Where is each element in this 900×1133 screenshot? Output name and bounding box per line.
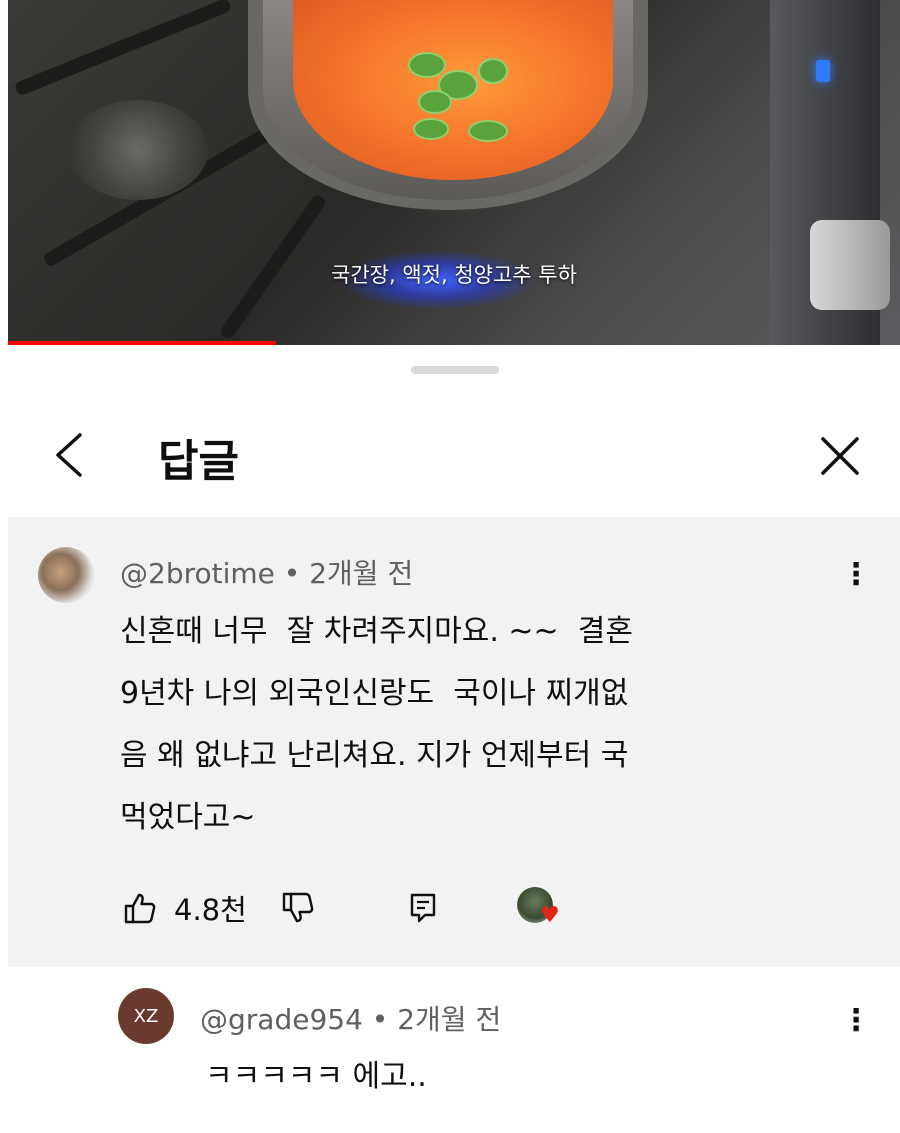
comment-line: 음 왜 없냐고 난리쳐요. 지가 언제부터 국: [120, 738, 629, 773]
pepper-slice: [478, 58, 508, 84]
comment-line: 9년차 나의 외국인신랑도 국이나 찌개없: [120, 676, 629, 711]
comment-meta: @2brotime • 2개월 전: [120, 552, 413, 592]
comment-line: 먹었다고~: [120, 800, 256, 835]
reply-icon[interactable]: [407, 891, 439, 929]
kebab-menu-icon[interactable]: ⋮: [841, 1003, 871, 1038]
meta-separator: •: [371, 1003, 398, 1036]
comment-author[interactable]: @2brotime: [120, 557, 275, 590]
pepper-slice: [408, 52, 446, 78]
sheet-title: 답글: [158, 436, 239, 487]
stove-grate: [13, 0, 233, 97]
pepper-slice: [468, 120, 508, 142]
drag-handle[interactable]: [411, 366, 499, 374]
video-progress-bar[interactable]: [8, 341, 276, 345]
burner: [68, 100, 208, 200]
kebab-menu-icon[interactable]: ⋮: [841, 557, 871, 592]
avatar[interactable]: [38, 547, 94, 603]
pepper-slice: [413, 118, 449, 140]
comment-time: 2개월 전: [309, 557, 414, 590]
reply-meta: @grade954 • 2개월 전: [200, 998, 501, 1038]
comment-text: 신혼때 너무 잘 차려주지마요. ~~ 결혼 9년차 나의 외국인신랑도 국이나…: [120, 601, 633, 849]
heart-icon: ♥: [540, 903, 560, 928]
thumbs-down-icon[interactable]: [280, 891, 316, 929]
close-icon[interactable]: [813, 429, 867, 483]
comment-line: 신혼때 너무 잘 차려주지마요. ~~ 결혼: [120, 614, 633, 649]
reply-avatar[interactable]: XZ: [118, 988, 174, 1044]
pepper-slice: [418, 90, 452, 114]
indicator-light: [816, 60, 830, 82]
reply-text: ㅋㅋㅋㅋㅋ 에고..: [205, 1059, 427, 1094]
chevron-left-icon[interactable]: [46, 425, 90, 485]
reply-time: 2개월 전: [397, 1003, 502, 1036]
reply-avatar-initials: XZ: [133, 1005, 159, 1027]
reply-author[interactable]: @grade954: [200, 1003, 363, 1036]
comment-actions: 4.8천 ♥: [122, 887, 642, 927]
video-caption: 국간장, 액젓, 청양고추 투하: [331, 263, 577, 287]
video-player[interactable]: 국간장, 액젓, 청양고추 투하: [8, 0, 900, 345]
meta-separator: •: [283, 557, 310, 590]
comment-thread-parent: @2brotime • 2개월 전 ⋮ 신혼때 너무 잘 차려주지마요. ~~ …: [8, 517, 900, 967]
like-count: 4.8천: [174, 893, 247, 927]
thumbs-up-icon[interactable]: [122, 891, 158, 929]
